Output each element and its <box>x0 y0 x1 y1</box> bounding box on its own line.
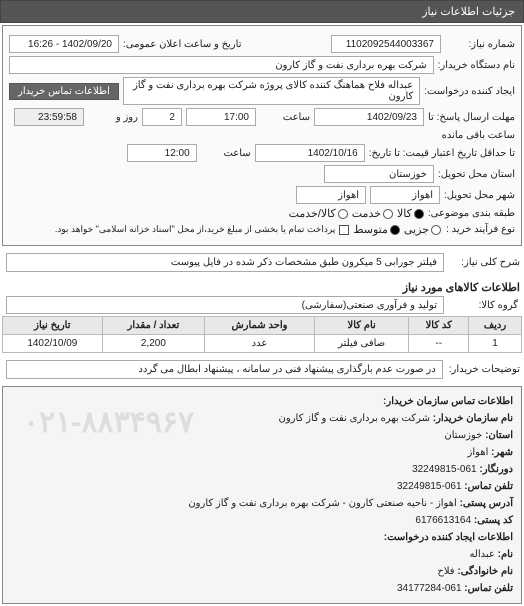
remain-label: ساعت باقی مانده <box>442 130 515 141</box>
td-name: صافی فیلتر <box>314 335 409 353</box>
desc-label: شرح کلی نیاز: <box>450 257 520 268</box>
buy-type-label: نوع فرآیند خرید : <box>445 224 515 235</box>
province-field: خوزستان <box>324 165 434 183</box>
radio-on-icon <box>390 225 400 235</box>
treasury-checkbox[interactable] <box>339 225 349 235</box>
city-field-1: اهواز <box>370 186 440 204</box>
radio-off-icon <box>383 209 393 219</box>
class-both-text: کالا/خدمت <box>289 207 336 220</box>
fcity-label: شهر: <box>491 447 513 458</box>
city-field-2: اهواز <box>296 186 366 204</box>
post-val: 6176613164 <box>415 515 471 526</box>
th-name: نام کالا <box>314 317 409 335</box>
req-tel-label: تلفن تماس: <box>464 583 513 594</box>
family-label: نام خانوادگی: <box>457 566 513 577</box>
addr-label: آدرس پستی: <box>460 498 513 509</box>
buyer-org-field: شرکت بهره برداری نفت و گاز کارون <box>9 56 434 74</box>
fax-val: 061-32249815 <box>412 464 477 475</box>
name-val: عبداله <box>469 549 494 560</box>
class-label: طبقه بندی موضوعی: <box>428 208 515 219</box>
prov-val: خوزستان <box>444 430 482 441</box>
class-goods-radio[interactable]: کالا <box>397 207 424 220</box>
table-header-row: ردیف کد کالا نام کالا واحد شمارش تعداد /… <box>3 317 522 335</box>
group-label: گروه کالا: <box>448 300 518 311</box>
th-date: تاریخ نیاز <box>3 317 103 335</box>
name-label: نام: <box>498 549 513 560</box>
th-idx: ردیف <box>469 317 522 335</box>
prov-label: استان: <box>485 430 513 441</box>
post-label: کد پستی: <box>474 515 513 526</box>
creator-label: ایجاد کننده درخواست: <box>424 86 515 97</box>
buyer-org-label: نام دستگاه خریدار: <box>438 60 515 71</box>
time-label-1: ساعت <box>260 112 310 123</box>
checkbox-icon <box>339 225 349 235</box>
class-service-radio[interactable]: خدمت <box>352 207 393 220</box>
deadline-time-field: 17:00 <box>186 108 256 126</box>
radio-on-icon <box>414 209 424 219</box>
buyer-note-field: در صورت عدم بارگذاری پیشنهاد فنی در ساما… <box>6 360 443 379</box>
tel-val: 061-32249815 <box>397 481 462 492</box>
addr-val: اهواز - ناحیه صنعتی کارون - شرکت بهره بر… <box>188 498 456 509</box>
buy-medium-radio[interactable]: متوسط <box>353 223 400 236</box>
validity-date-field: 1402/10/16 <box>255 144 365 162</box>
deadline-date-field: 1402/09/23 <box>314 108 424 126</box>
td-idx: 1 <box>469 335 522 353</box>
radio-off-icon <box>338 209 348 219</box>
time-label-2: ساعت <box>201 148 251 159</box>
class-service-text: خدمت <box>352 207 381 220</box>
need-no-label: شماره نیاز: <box>445 39 515 50</box>
org-val: شرکت بهره برداری نفت و گاز کارون <box>279 413 430 424</box>
td-date: 1402/10/09 <box>3 335 103 353</box>
contact-button[interactable]: اطلاعات تماس خریدار <box>9 83 119 100</box>
validity-label: تا حداقل تاریخ اعتبار قیمت: تا تاریخ: <box>369 148 515 159</box>
fcity-val: اهواز <box>468 447 489 458</box>
buy-medium-text: متوسط <box>353 223 388 236</box>
table-row: 1 -- صافی فیلتر عدد 2,200 1402/10/09 <box>3 335 522 353</box>
td-unit: عدد <box>205 335 315 353</box>
class-goods-text: کالا <box>397 207 412 220</box>
th-qty: تعداد / مقدار <box>102 317 204 335</box>
fax-label: دورنگار: <box>479 464 513 475</box>
day-count-field: 2 <box>142 108 182 126</box>
header-title: جزئیات اطلاعات نیاز <box>422 6 515 18</box>
deadline-label: مهلت ارسال پاسخ: تا <box>428 112 515 123</box>
validity-time-field: 12:00 <box>127 144 197 162</box>
creator-field: عبداله فلاح هماهنگ کننده کالای پروژه شرک… <box>123 77 420 105</box>
buyer-note-label: توضیحات خریدار: <box>449 364 520 375</box>
province-label: استان محل تحویل: <box>438 169 515 180</box>
announce-field: 1402/09/20 - 16:26 <box>9 35 119 53</box>
th-code: کد کالا <box>409 317 469 335</box>
watermark: ۰۲۱-۸۸۳۴۹۶۷ <box>23 397 194 448</box>
items-table: ردیف کد کالا نام کالا واحد شمارش تعداد /… <box>2 316 522 353</box>
main-form: شماره نیاز: 1102092544003367 تاریخ و ساع… <box>2 25 522 246</box>
req-title: اطلاعات ایجاد کننده درخواست: <box>384 532 513 543</box>
page-header: جزئیات اطلاعات نیاز <box>0 0 524 23</box>
footer-contact: ۰۲۱-۸۸۳۴۹۶۷ اطلاعات تماس سازمان خریدار: … <box>2 386 522 604</box>
footer-title: اطلاعات تماس سازمان خریدار: <box>383 396 513 407</box>
remain-time-field: 23:59:58 <box>14 108 84 126</box>
class-both-radio[interactable]: کالا/خدمت <box>289 207 348 220</box>
td-qty: 2,200 <box>102 335 204 353</box>
th-unit: واحد شمارش <box>205 317 315 335</box>
need-no-field: 1102092544003367 <box>331 35 441 53</box>
announce-label: تاریخ و ساعت اعلان عمومی: <box>123 39 327 50</box>
req-tel-val: 061-34177284 <box>397 583 462 594</box>
td-code: -- <box>409 335 469 353</box>
items-title: اطلاعات کالاهای مورد نیاز <box>4 281 520 294</box>
desc-field: فیلتر جورابی 5 میکرون طبق مشخصات ذکر شده… <box>6 253 444 272</box>
family-val: فلاح <box>437 566 454 577</box>
tel-label: تلفن تماس: <box>464 481 513 492</box>
buy-minor-text: جزیی <box>404 223 429 236</box>
buy-minor-radio[interactable]: جزیی <box>404 223 441 236</box>
city-label: شهر محل تحویل: <box>444 190 515 201</box>
buy-note: پرداخت تمام یا بخشی از مبلغ خرید،از محل … <box>55 224 335 235</box>
group-field: تولید و فرآوری صنعتی(سفارشی) <box>6 296 444 314</box>
org-label: نام سازمان خریدار: <box>433 413 513 424</box>
day-label: روز و <box>88 112 138 123</box>
radio-off-icon <box>431 225 441 235</box>
